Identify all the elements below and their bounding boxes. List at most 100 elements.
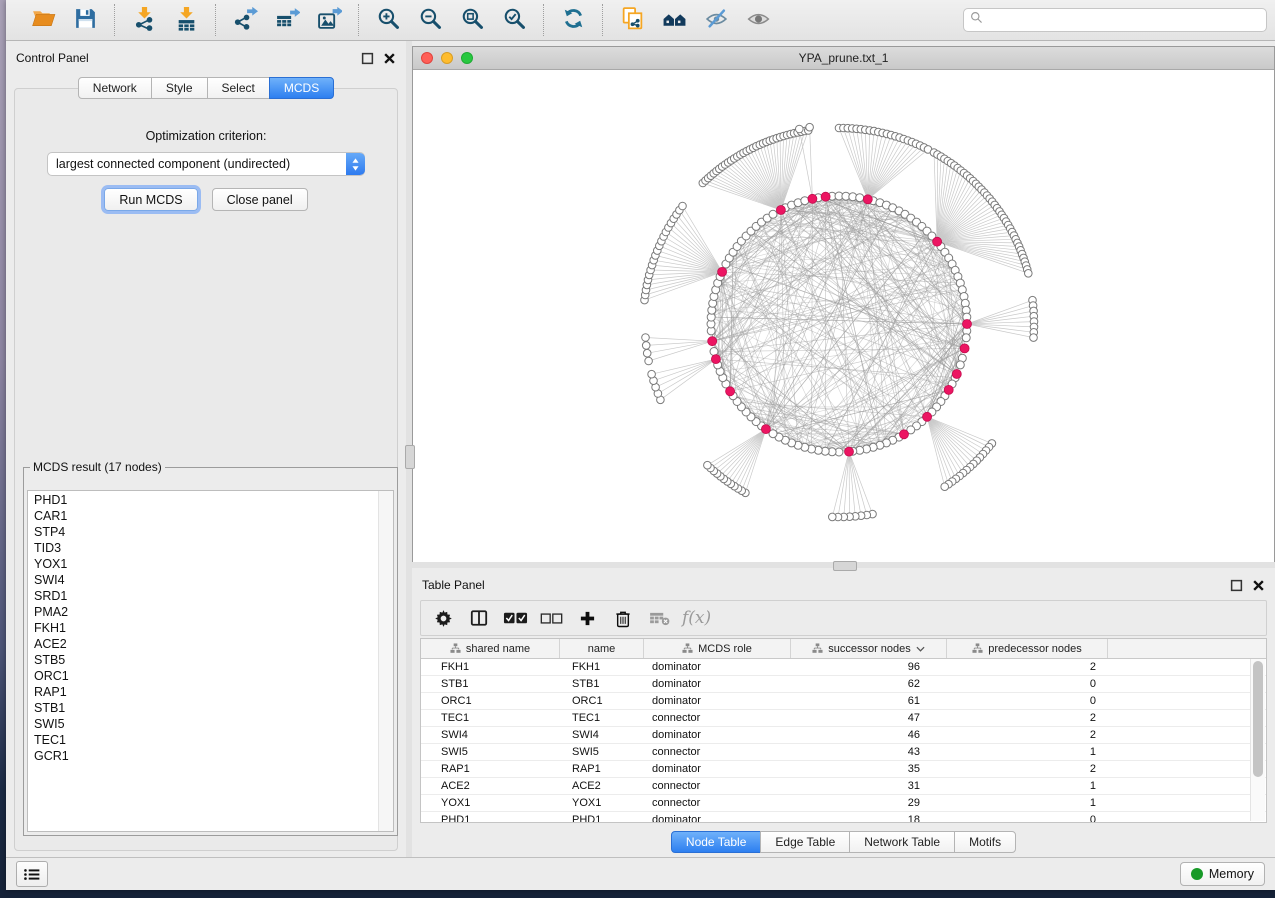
- table-scrollbar[interactable]: [1250, 659, 1265, 821]
- deselect-all-rows-button[interactable]: [536, 604, 566, 632]
- tab-network[interactable]: Network: [78, 77, 152, 99]
- create-column-button[interactable]: [572, 604, 602, 632]
- table-row[interactable]: ACE2ACE2connector311: [421, 778, 1266, 795]
- export-table-icon: [275, 6, 300, 34]
- tab-network-table[interactable]: Network Table: [849, 831, 955, 853]
- open-file-icon: [31, 6, 56, 34]
- table-mode-button[interactable]: [428, 604, 458, 632]
- mcds-result-item[interactable]: ACE2: [34, 636, 379, 652]
- show-all-button[interactable]: [740, 4, 776, 36]
- column-header-MCDS-role[interactable]: MCDS role: [644, 639, 791, 658]
- tab-mcds[interactable]: MCDS: [269, 77, 334, 99]
- search-input[interactable]: [983, 10, 1260, 30]
- memory-button[interactable]: Memory: [1180, 862, 1265, 886]
- mcds-result-item[interactable]: SWI4: [34, 572, 379, 588]
- export-network-button[interactable]: [227, 4, 263, 36]
- float-panel-icon[interactable]: [1230, 579, 1243, 592]
- table-row[interactable]: YOX1YOX1connector291: [421, 795, 1266, 812]
- export-table-button[interactable]: [269, 4, 305, 36]
- splitter-grip[interactable]: [833, 561, 857, 571]
- mcds-result-item[interactable]: YOX1: [34, 556, 379, 572]
- table-row[interactable]: SWI4SWI4dominator462: [421, 727, 1266, 744]
- table-panel-title: Table Panel: [422, 578, 485, 592]
- mcds-result-item[interactable]: RAP1: [34, 684, 379, 700]
- cell: 1: [947, 744, 1108, 760]
- mcds-result-item[interactable]: PHD1: [34, 492, 379, 508]
- apply-preferred-layout-button[interactable]: [555, 4, 591, 36]
- cell: FKH1: [421, 659, 560, 675]
- table-row[interactable]: SWI5SWI5connector431: [421, 744, 1266, 761]
- mcds-result-item[interactable]: PMA2: [34, 604, 379, 620]
- column-selector-button[interactable]: [464, 604, 494, 632]
- mcds-result-item[interactable]: SWI5: [34, 716, 379, 732]
- hide-selected-button[interactable]: [698, 4, 734, 36]
- column-header-shared-name[interactable]: shared name: [421, 639, 560, 658]
- import-table-from-file-icon: [174, 6, 199, 34]
- export-image-button[interactable]: [311, 4, 347, 36]
- mcds-result-item[interactable]: STP4: [34, 524, 379, 540]
- table-row[interactable]: RAP1RAP1dominator352: [421, 761, 1266, 778]
- tab-node-table[interactable]: Node Table: [671, 831, 762, 853]
- copy-network-button[interactable]: [614, 4, 650, 36]
- network-graph[interactable]: [413, 70, 1274, 562]
- run-mcds-button[interactable]: Run MCDS: [104, 188, 197, 211]
- close-window-icon[interactable]: [421, 52, 433, 64]
- control-panel-header: Control Panel: [6, 41, 406, 71]
- mcds-result-item[interactable]: SRD1: [34, 588, 379, 604]
- zoom-selected-region-button[interactable]: [496, 4, 532, 36]
- table-row[interactable]: ORC1ORC1dominator610: [421, 693, 1266, 710]
- tab-edge-table[interactable]: Edge Table: [760, 831, 850, 853]
- zoom-in-button[interactable]: [370, 4, 406, 36]
- close-panel-icon[interactable]: [1252, 579, 1265, 592]
- mcds-result-listbox: PHD1CAR1STP4TID3YOX1SWI4SRD1PMA2FKH1ACE2…: [27, 490, 394, 832]
- horizontal-splitter[interactable]: [412, 562, 1275, 568]
- network-window-titlebar[interactable]: YPA_prune.txt_1: [413, 47, 1274, 70]
- deselect-all-rows-icon: [540, 611, 563, 626]
- splitter-grip[interactable]: [405, 445, 415, 469]
- save-session-button[interactable]: [67, 4, 103, 36]
- table-row[interactable]: TEC1TEC1connector472: [421, 710, 1266, 727]
- tab-select[interactable]: Select: [207, 77, 270, 99]
- zoom-fit-content-button[interactable]: [454, 4, 490, 36]
- select-all-rows-button[interactable]: [500, 604, 530, 632]
- vertical-splitter[interactable]: [406, 41, 412, 857]
- optimization-criterion-select[interactable]: largest connected component (undirected): [47, 152, 365, 176]
- mcds-result-item[interactable]: CAR1: [34, 508, 379, 524]
- cell: 31: [791, 778, 947, 794]
- tab-motifs[interactable]: Motifs: [954, 831, 1016, 853]
- delete-column-button[interactable]: [608, 604, 638, 632]
- mcds-result-item[interactable]: GCR1: [34, 748, 379, 764]
- mcds-result-item[interactable]: ORC1: [34, 668, 379, 684]
- table-row[interactable]: FKH1FKH1dominator962: [421, 659, 1266, 676]
- mcds-list-scrollbar[interactable]: [378, 491, 393, 831]
- mcds-result-item[interactable]: TID3: [34, 540, 379, 556]
- first-neighbors-button[interactable]: [656, 4, 692, 36]
- open-file-button[interactable]: [25, 4, 61, 36]
- close-panel-icon[interactable]: [383, 52, 396, 65]
- zoom-out-button[interactable]: [412, 4, 448, 36]
- mcds-result-list[interactable]: PHD1CAR1STP4TID3YOX1SWI4SRD1PMA2FKH1ACE2…: [28, 491, 379, 831]
- mcds-result-item[interactable]: FKH1: [34, 620, 379, 636]
- table-row[interactable]: PHD1PHD1dominator180: [421, 812, 1266, 823]
- tab-style[interactable]: Style: [151, 77, 208, 99]
- table-panel: Table Panel f(x) shared namenameMCDS rol…: [412, 568, 1275, 857]
- minimize-window-icon[interactable]: [441, 52, 453, 64]
- float-panel-icon[interactable]: [361, 52, 374, 65]
- table-row[interactable]: STB1STB1dominator620: [421, 676, 1266, 693]
- mcds-result-item[interactable]: STB1: [34, 700, 379, 716]
- column-header-successor-nodes[interactable]: successor nodes: [791, 639, 947, 658]
- mcds-result-item[interactable]: TEC1: [34, 732, 379, 748]
- zoom-window-icon[interactable]: [461, 52, 473, 64]
- table-scrollbar-thumb[interactable]: [1253, 661, 1263, 777]
- import-table-from-file-button[interactable]: [168, 4, 204, 36]
- column-header-predecessor-nodes[interactable]: predecessor nodes: [947, 639, 1108, 658]
- cell: 62: [791, 676, 947, 692]
- export-image-icon: [317, 6, 342, 34]
- column-header-name[interactable]: name: [560, 639, 644, 658]
- mcds-result-item[interactable]: STB5: [34, 652, 379, 668]
- task-history-button[interactable]: [16, 861, 48, 887]
- cell: YOX1: [560, 795, 644, 811]
- close-panel-button[interactable]: Close panel: [212, 188, 308, 211]
- cell: 18: [791, 812, 947, 823]
- import-network-from-file-button[interactable]: [126, 4, 162, 36]
